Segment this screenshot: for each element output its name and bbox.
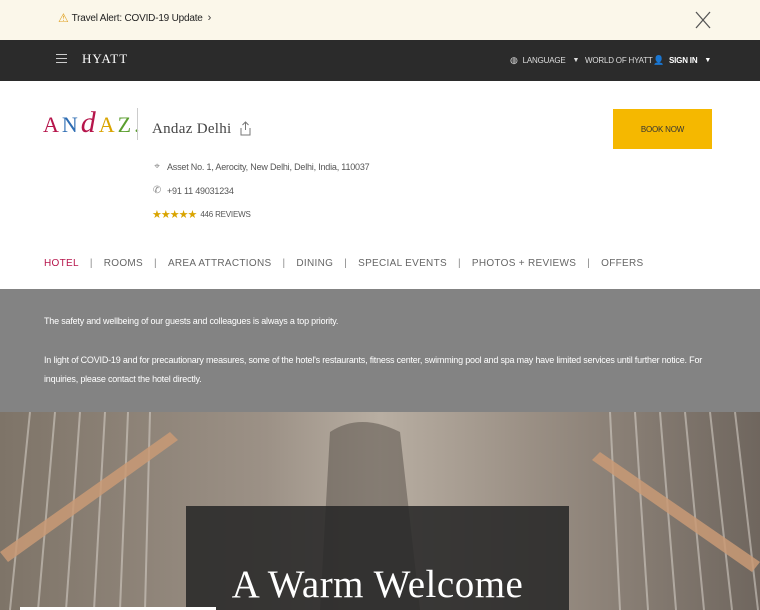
hero-title: A Warm Welcome <box>231 563 524 606</box>
reviews-link[interactable]: 446 REVIEWS <box>200 210 250 219</box>
tab-area-attractions[interactable]: AREA ATTRACTIONS <box>168 258 272 269</box>
globe-icon: ◍ <box>510 55 518 65</box>
language-label: LANGUAGE <box>522 56 566 65</box>
close-icon[interactable] <box>694 10 712 30</box>
andaz-logo[interactable]: ANdAZ. <box>43 106 140 140</box>
tab-dining[interactable]: DINING <box>296 258 333 269</box>
notice-paragraph: The safety and wellbeing of our guests a… <box>44 316 339 326</box>
hotel-rating-row: ★★★★★ 446 REVIEWS <box>152 208 251 221</box>
hotel-name: Andaz Delhi <box>152 121 232 137</box>
logo-letter: d <box>80 106 99 139</box>
world-of-hyatt-link[interactable]: WORLD OF HYATT <box>585 40 653 81</box>
sign-in-button[interactable]: 👤 SIGN IN ▼ <box>653 40 711 81</box>
hotel-address-row: ⌖ Asset No. 1, Aerocity, New Delhi, Delh… <box>152 161 369 172</box>
logo-letter: N <box>61 112 81 137</box>
tab-separator: | <box>89 258 93 269</box>
user-icon: 👤 <box>653 55 665 65</box>
notice-paragraph: In light of COVID-19 and for precautiona… <box>44 355 703 384</box>
tab-separator: | <box>457 258 461 269</box>
covid-notice: The safety and wellbeing of our guests a… <box>0 289 760 412</box>
phone-icon: ✆ <box>152 185 162 196</box>
tab-separator: | <box>282 258 286 269</box>
hotel-phone-row: ✆ +91 11 49031234 <box>152 185 234 196</box>
travel-alert-bar: ⚠ Travel Alert: COVID-19 Update › <box>0 0 760 40</box>
logo-letter: Z. <box>117 112 143 137</box>
travel-alert-text: Travel Alert: COVID-19 Update <box>71 12 203 24</box>
logo-letter: A <box>98 112 118 137</box>
logo-letter: A <box>43 112 62 137</box>
hyatt-logo[interactable]: HYATT <box>82 51 128 67</box>
travel-alert-link[interactable]: ⚠ Travel Alert: COVID-19 Update › <box>58 11 211 25</box>
tab-offers[interactable]: OFFERS <box>601 258 643 269</box>
top-navbar: HYATT ◍ LANGUAGE ▼ WORLD OF HYATT 👤 SIGN… <box>0 40 760 81</box>
star-rating: ★★★★★ <box>152 209 197 221</box>
chevron-right-icon: › <box>207 12 212 24</box>
map-pin-icon: ⌖ <box>154 161 160 172</box>
tab-separator: | <box>344 258 348 269</box>
hamburger-menu-icon[interactable] <box>56 54 67 64</box>
share-icon[interactable] <box>239 121 252 136</box>
caret-down-icon: ▼ <box>704 57 712 64</box>
sign-in-label: SIGN IN <box>669 56 698 65</box>
hotel-tabs: HOTEL | ROOMS | AREA ATTRACTIONS | DININ… <box>44 258 644 269</box>
warning-icon: ⚠ <box>58 11 69 25</box>
caret-down-icon: ▼ <box>572 57 580 64</box>
tab-rooms[interactable]: ROOMS <box>104 258 143 269</box>
language-selector[interactable]: ◍ LANGUAGE ▼ <box>510 40 579 81</box>
tab-separator: | <box>587 258 591 269</box>
tab-photos-reviews[interactable]: PHOTOS + REVIEWS <box>472 258 576 269</box>
tab-hotel[interactable]: HOTEL <box>44 258 79 269</box>
hotel-address[interactable]: Asset No. 1, Aerocity, New Delhi, Delhi,… <box>167 162 370 172</box>
tab-separator: | <box>154 258 157 269</box>
hotel-phone[interactable]: +91 11 49031234 <box>167 186 234 196</box>
book-now-button[interactable]: BOOK NOW <box>613 109 712 149</box>
header-divider <box>137 108 138 140</box>
tab-special-events[interactable]: SPECIAL EVENTS <box>358 258 447 269</box>
